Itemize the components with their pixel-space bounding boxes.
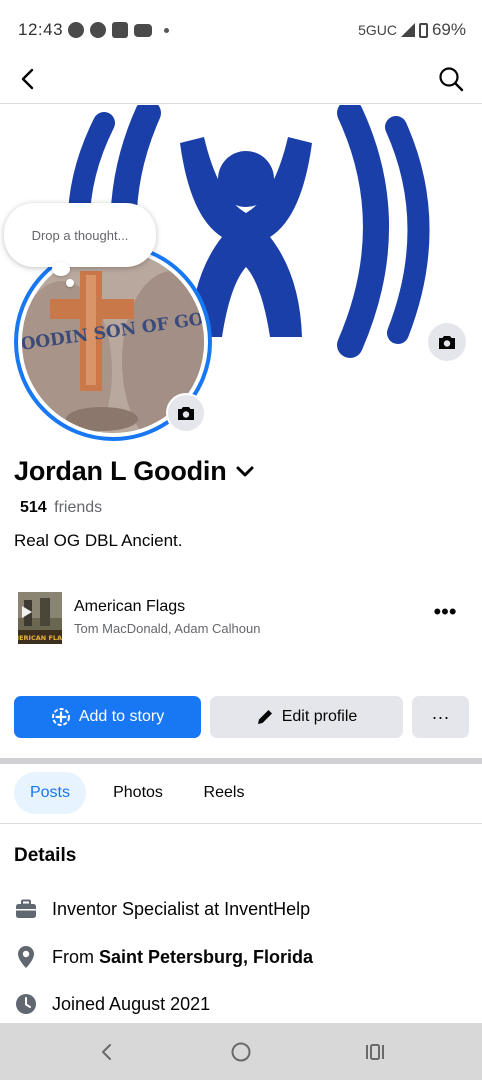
camera-icon bbox=[439, 336, 455, 349]
status-time: 12:43 bbox=[18, 20, 64, 39]
music-more-button[interactable]: ••• bbox=[430, 601, 460, 628]
search-icon[interactable] bbox=[436, 64, 466, 94]
profile-bio: Real OG DBL Ancient. bbox=[14, 531, 183, 550]
notification-icons bbox=[68, 22, 169, 38]
system-nav-bar bbox=[0, 1023, 482, 1080]
song-artist: Tom MacDonald, Adam Calhoun bbox=[74, 621, 261, 636]
work-text: Inventor Specialist at InventHelp bbox=[52, 898, 311, 919]
linkedin-icon bbox=[112, 22, 128, 38]
pencil-icon bbox=[257, 710, 272, 724]
edit-profile-label: Edit profile bbox=[281, 708, 358, 725]
album-art-text: MERICAN FLAG bbox=[18, 634, 62, 642]
add-story-icon bbox=[51, 708, 70, 726]
profile-name: Jordan L Goodin bbox=[14, 456, 227, 486]
tab-photos[interactable]: Photos bbox=[98, 772, 178, 814]
messenger-icon bbox=[90, 22, 106, 38]
nav-recents-icon[interactable] bbox=[360, 1037, 390, 1067]
friends-label: friends bbox=[54, 499, 103, 516]
thought-bubble-tail-small bbox=[66, 279, 74, 287]
profile-tabs: Posts Photos Reels bbox=[0, 772, 482, 824]
back-arrow-icon[interactable] bbox=[14, 64, 44, 94]
add-to-story-button[interactable]: Add to story bbox=[14, 696, 201, 738]
clock-icon bbox=[14, 992, 38, 1016]
cover-camera-button[interactable] bbox=[428, 323, 466, 361]
avatar-camera-button[interactable] bbox=[166, 393, 206, 433]
details-heading: Details bbox=[14, 845, 77, 866]
friends-count: 514 bbox=[20, 499, 47, 516]
more-dots-icon: ··· bbox=[431, 706, 450, 727]
song-title: American Flags bbox=[74, 598, 186, 615]
detail-work: Inventor Specialist at InventHelp bbox=[14, 897, 310, 921]
thought-bubble-tail bbox=[52, 262, 70, 276]
signal-icon bbox=[400, 23, 415, 37]
status-bar: 12:43 5GUC 69% bbox=[0, 0, 482, 60]
battery-icon bbox=[418, 22, 428, 38]
profile-more-button[interactable]: ··· bbox=[412, 696, 469, 738]
youtube-icon bbox=[134, 23, 152, 37]
friends-count-link[interactable]: 514 friends bbox=[20, 499, 102, 517]
thought-placeholder: Drop a thought... bbox=[31, 227, 129, 243]
profile-music[interactable]: MERICAN FLAG American Flags Tom MacDonal… bbox=[18, 590, 468, 646]
tab-photos-label: Photos bbox=[113, 784, 163, 801]
detail-hometown: From Saint Petersburg, Florida bbox=[14, 945, 313, 969]
status-indicators: 5GUC 69% bbox=[358, 20, 466, 40]
messenger-icon bbox=[68, 22, 84, 38]
nav-home-icon[interactable] bbox=[226, 1037, 256, 1067]
hometown-place[interactable]: Saint Petersburg, Florida bbox=[99, 947, 313, 968]
profile-name-row[interactable]: Jordan L Goodin bbox=[14, 456, 255, 487]
location-pin-icon bbox=[14, 945, 38, 969]
briefcase-icon bbox=[14, 897, 38, 921]
camera-icon bbox=[178, 407, 194, 420]
thought-bubble[interactable]: Drop a thought... bbox=[4, 203, 156, 267]
edit-profile-button[interactable]: Edit profile bbox=[210, 696, 403, 738]
network-label: 5GUC bbox=[358, 22, 397, 38]
tab-posts-label: Posts bbox=[29, 784, 70, 801]
detail-joined: Joined August 2021 bbox=[14, 992, 210, 1016]
chevron-down-icon[interactable] bbox=[235, 465, 255, 479]
tab-reels[interactable]: Reels bbox=[190, 772, 258, 814]
tab-reels-label: Reels bbox=[203, 784, 245, 801]
hometown-prefix: From bbox=[52, 946, 94, 967]
joined-text: Joined August 2021 bbox=[52, 993, 211, 1014]
add-to-story-label: Add to story bbox=[78, 708, 165, 725]
battery-percent: 69% bbox=[431, 20, 466, 39]
tab-posts[interactable]: Posts bbox=[14, 772, 86, 814]
section-divider bbox=[0, 758, 482, 764]
more-notifications-icon bbox=[164, 27, 169, 33]
top-bar bbox=[0, 60, 482, 104]
nav-back-icon[interactable] bbox=[92, 1037, 122, 1067]
album-art: MERICAN FLAG bbox=[18, 592, 62, 644]
